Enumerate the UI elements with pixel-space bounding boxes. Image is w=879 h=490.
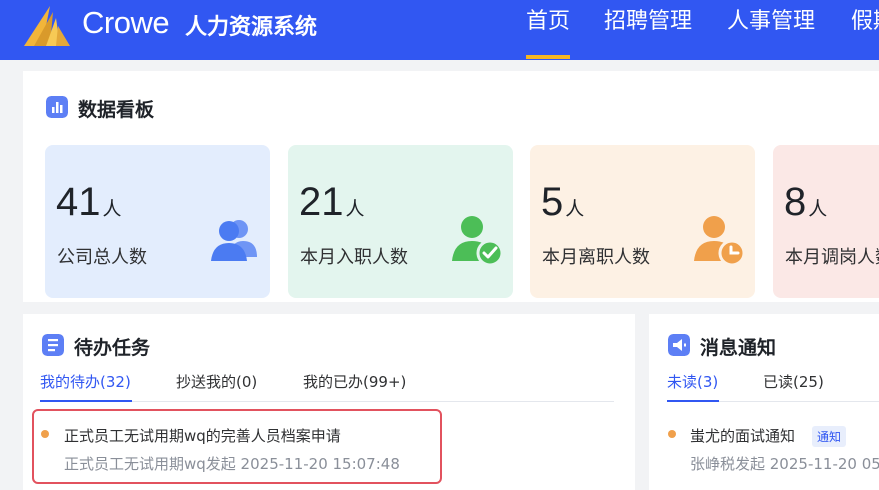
todo-list-icon <box>42 334 64 356</box>
bar-chart-icon <box>46 96 68 118</box>
stat-card-transfer[interactable]: 8人 本月调岗人数 <box>773 145 879 298</box>
top-header: Crowe 人力资源系统 首页 招聘管理 人事管理 假期 <box>0 0 879 60</box>
megaphone-icon <box>668 334 690 356</box>
stat-label: 本月入职人数 <box>300 247 408 268</box>
system-name: 人力资源系统 <box>185 15 318 40</box>
user-leave-icon <box>694 216 746 267</box>
dashboard-title: 数据看板 <box>78 99 155 121</box>
stat-value: 41 人 <box>56 180 122 224</box>
nav-leave[interactable]: 假期 <box>851 8 879 60</box>
nav-home[interactable]: 首页 <box>526 8 571 60</box>
stat-value: 21 人 <box>299 180 365 224</box>
nav-active-indicator <box>526 55 571 59</box>
tab-unread[interactable]: 未读(3) <box>667 371 718 392</box>
stat-value: 8人 <box>784 180 828 224</box>
message-item-meta: 张峥税发起 2025-11-20 05 <box>690 455 879 473</box>
nav-personnel[interactable]: 人事管理 <box>727 8 815 60</box>
tab-read[interactable]: 已读(25) <box>763 371 824 392</box>
notice-badge: 通知 <box>812 426 847 447</box>
stat-card-leave[interactable]: 5人 本月离职人数 <box>530 145 755 298</box>
messages-title: 消息通知 <box>700 337 777 359</box>
stat-card-onboard[interactable]: 21 人 本月入职人数 <box>288 145 513 298</box>
users-icon <box>211 220 257 261</box>
todo-item-title[interactable]: 正式员工无试用期wq的完善人员档案申请 <box>64 425 341 446</box>
crowe-logo-icon <box>24 6 70 46</box>
user-check-icon <box>452 216 504 267</box>
logo-text: Crowe <box>82 5 170 40</box>
todo-item-meta: 正式员工无试用期wq发起 2025-11-20 15:07:48 <box>64 455 400 473</box>
stat-label: 公司总人数 <box>57 247 147 268</box>
active-tab-indicator <box>667 400 719 402</box>
nav-recruitment-label: 招聘管理 <box>604 9 693 34</box>
message-item-title[interactable]: 蚩尤的面试通知 <box>690 425 795 446</box>
tab-my-todo[interactable]: 我的待办(32) <box>40 371 131 392</box>
todo-title: 待办任务 <box>74 337 151 359</box>
stat-label: 本月调岗人数 <box>785 247 879 268</box>
tab-my-done[interactable]: 我的已办(99+) <box>303 371 406 392</box>
stat-label: 本月离职人数 <box>542 247 650 268</box>
status-dot <box>668 430 676 438</box>
tab-cc-me[interactable]: 抄送我的(0) <box>176 371 257 392</box>
stat-card-total[interactable]: 41 人 公司总人数 <box>45 145 270 298</box>
nav-home-label: 首页 <box>526 9 571 34</box>
nav-recruitment[interactable]: 招聘管理 <box>604 8 692 60</box>
nav-leave-label: 假期 <box>851 9 879 34</box>
active-tab-indicator <box>40 400 132 402</box>
stat-value: 5人 <box>541 180 585 224</box>
status-dot <box>41 430 49 438</box>
nav-personnel-label: 人事管理 <box>727 9 816 34</box>
